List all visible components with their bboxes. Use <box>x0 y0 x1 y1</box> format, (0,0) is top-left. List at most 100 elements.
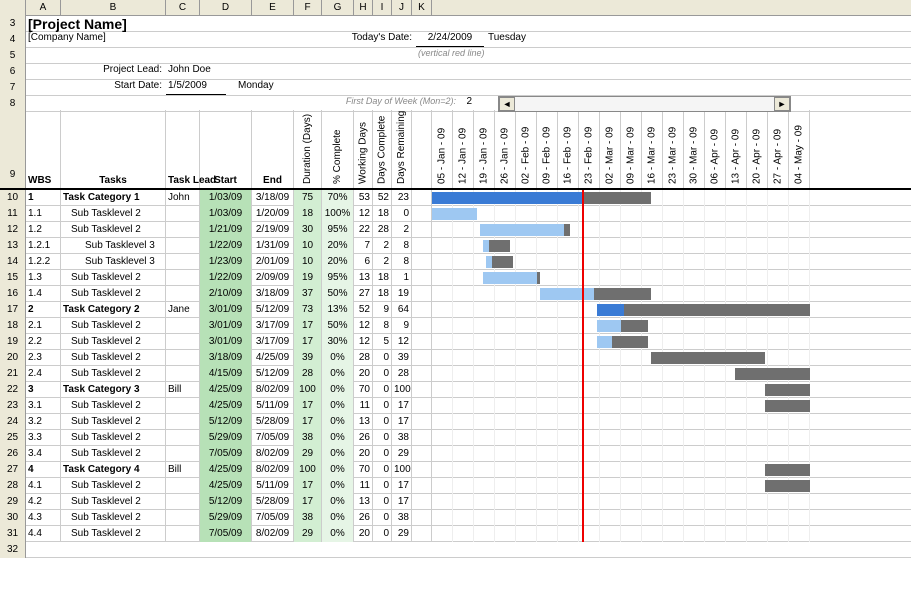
cell-lead[interactable] <box>166 446 200 462</box>
cell-start[interactable]: 1/03/09 <box>200 206 252 222</box>
cell-working-days[interactable]: 13 <box>354 414 373 430</box>
cell-lead[interactable] <box>166 350 200 366</box>
table-row[interactable]: 182.1Sub Tasklevel 23/01/093/17/091750%1… <box>0 318 911 334</box>
cell-wbs[interactable]: 1.3 <box>26 270 61 286</box>
row-number[interactable]: 25 <box>0 430 26 446</box>
row-number[interactable]: 4 <box>0 32 26 48</box>
row-number[interactable]: 27 <box>0 462 26 478</box>
cell-wbs[interactable]: 4.4 <box>26 526 61 542</box>
gantt-bar[interactable] <box>432 192 582 204</box>
cell-duration[interactable]: 17 <box>294 334 322 350</box>
cell-wbs[interactable]: 3.3 <box>26 430 61 446</box>
table-row[interactable]: 101Task Category 1John1/03/093/18/097570… <box>0 190 911 206</box>
gantt-date-col[interactable]: 23 - Feb - 09 <box>579 110 600 188</box>
table-row[interactable]: 274Task Category 4Bill4/25/098/02/091000… <box>0 462 911 478</box>
cell-days-complete[interactable]: 0 <box>373 494 392 510</box>
table-row[interactable]: 233.1Sub Tasklevel 24/25/095/11/09170%11… <box>0 398 911 414</box>
cell-task[interactable]: Sub Tasklevel 2 <box>61 270 166 286</box>
cell-end[interactable]: 3/17/09 <box>252 334 294 350</box>
scroll-left-icon[interactable]: ◄ <box>499 97 515 111</box>
cell-pct[interactable]: 95% <box>322 222 354 238</box>
row-number[interactable]: 7 <box>0 80 26 96</box>
cell-pct[interactable]: 0% <box>322 462 354 478</box>
gantt-bar[interactable] <box>540 288 594 300</box>
row-number[interactable]: 29 <box>0 494 26 510</box>
cell-working-days[interactable]: 27 <box>354 286 373 302</box>
cell-days-complete[interactable]: 18 <box>373 286 392 302</box>
cell-days-complete[interactable]: 2 <box>373 254 392 270</box>
cell-end[interactable]: 8/02/09 <box>252 526 294 542</box>
col-start[interactable]: Start <box>200 110 252 188</box>
cell-wbs[interactable]: 3 <box>26 382 61 398</box>
row-number[interactable]: 32 <box>0 542 26 558</box>
cell-working-days[interactable]: 22 <box>354 222 373 238</box>
cell-wbs[interactable]: 3.4 <box>26 446 61 462</box>
cell-end[interactable]: 7/05/09 <box>252 430 294 446</box>
row-number[interactable]: 11 <box>0 206 26 222</box>
cell-duration[interactable]: 39 <box>294 350 322 366</box>
cell-task[interactable]: Sub Tasklevel 2 <box>61 286 166 302</box>
cell-days-remaining[interactable]: 100 <box>392 382 412 398</box>
gantt-bar[interactable] <box>624 304 810 316</box>
cell-working-days[interactable]: 70 <box>354 382 373 398</box>
row-number[interactable]: 22 <box>0 382 26 398</box>
cell-duration[interactable]: 30 <box>294 222 322 238</box>
cell-start[interactable]: 3/01/09 <box>200 302 252 318</box>
cell-days-complete[interactable]: 28 <box>373 222 392 238</box>
cell-days-complete[interactable]: 18 <box>373 270 392 286</box>
gantt-date-col[interactable]: 16 - Mar - 09 <box>642 110 663 188</box>
cell-days-remaining[interactable]: 39 <box>392 350 412 366</box>
cell-pct[interactable]: 0% <box>322 366 354 382</box>
cell-end[interactable]: 2/01/09 <box>252 254 294 270</box>
cell-pct[interactable]: 30% <box>322 334 354 350</box>
col-days-remaining[interactable]: Days Remaining <box>392 110 412 188</box>
cell-start[interactable]: 5/12/09 <box>200 494 252 510</box>
cell-lead[interactable]: Bill <box>166 462 200 478</box>
cell-start[interactable]: 2/10/09 <box>200 286 252 302</box>
cell-wbs[interactable]: 2.3 <box>26 350 61 366</box>
scrollbar-track[interactable] <box>515 97 774 111</box>
cell-days-complete[interactable]: 0 <box>373 446 392 462</box>
cell-pct[interactable]: 50% <box>322 286 354 302</box>
cell-lead[interactable]: Jane <box>166 302 200 318</box>
gantt-bar[interactable] <box>735 368 810 380</box>
cell-wbs[interactable]: 4.3 <box>26 510 61 526</box>
cell-end[interactable]: 7/05/09 <box>252 510 294 526</box>
cell-duration[interactable]: 38 <box>294 430 322 446</box>
cell-duration[interactable]: 19 <box>294 270 322 286</box>
gantt-bar[interactable] <box>765 384 810 396</box>
cell-end[interactable]: 5/28/09 <box>252 494 294 510</box>
gantt-date-col[interactable]: 02 - Feb - 09 <box>516 110 537 188</box>
row-number[interactable]: 19 <box>0 334 26 350</box>
row-number[interactable]: 28 <box>0 478 26 494</box>
gantt-date-col[interactable]: 23 - Mar - 09 <box>663 110 684 188</box>
cell-task[interactable]: Sub Tasklevel 2 <box>61 318 166 334</box>
cell-working-days[interactable]: 12 <box>354 334 373 350</box>
gantt-bar[interactable] <box>564 224 570 236</box>
row-number[interactable]: 5 <box>0 48 26 64</box>
cell-days-remaining[interactable]: 0 <box>392 206 412 222</box>
cell-days-complete[interactable]: 0 <box>373 430 392 446</box>
cell-end[interactable]: 8/02/09 <box>252 446 294 462</box>
cell-wbs[interactable]: 4.1 <box>26 478 61 494</box>
cell-duration[interactable]: 17 <box>294 478 322 494</box>
cell-duration[interactable]: 73 <box>294 302 322 318</box>
cell-duration[interactable]: 37 <box>294 286 322 302</box>
row-number[interactable]: 13 <box>0 238 26 254</box>
cell-pct[interactable]: 70% <box>322 190 354 206</box>
cell-lead[interactable] <box>166 270 200 286</box>
row-number[interactable]: 30 <box>0 510 26 526</box>
cell-end[interactable]: 4/25/09 <box>252 350 294 366</box>
cell-end[interactable]: 5/11/09 <box>252 478 294 494</box>
row-number[interactable]: 6 <box>0 64 26 80</box>
gantt-bar[interactable] <box>537 272 540 284</box>
gantt-date-col[interactable]: 27 - Apr - 09 <box>768 110 789 188</box>
cell-end[interactable]: 1/20/09 <box>252 206 294 222</box>
row-number[interactable]: 15 <box>0 270 26 286</box>
row-number[interactable]: 9 <box>0 110 26 188</box>
cell-pct[interactable]: 0% <box>322 510 354 526</box>
cell-days-complete[interactable]: 0 <box>373 414 392 430</box>
cell-task[interactable]: Task Category 2 <box>61 302 166 318</box>
scroll-right-icon[interactable]: ► <box>774 97 790 111</box>
project-name[interactable]: [Project Name] <box>26 16 129 31</box>
